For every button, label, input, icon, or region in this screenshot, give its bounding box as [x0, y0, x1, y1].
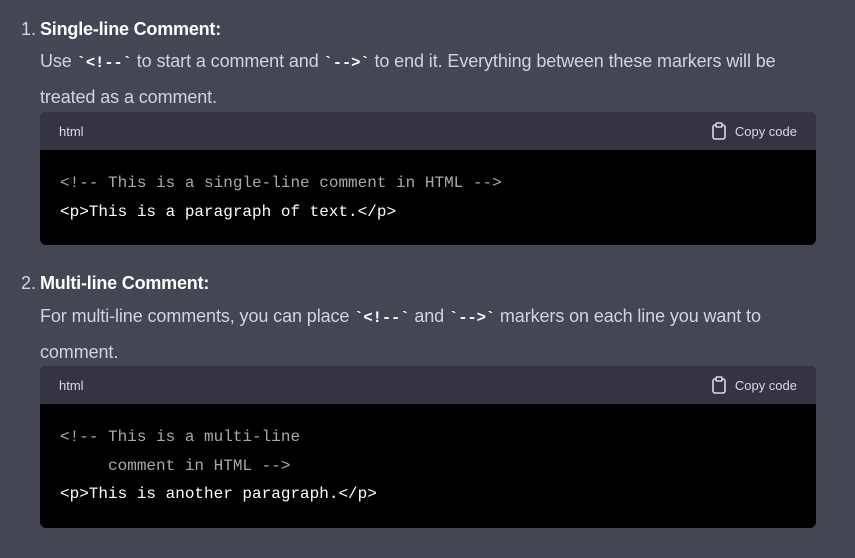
- clipboard-icon: [711, 376, 727, 394]
- list-number: 1.: [20, 19, 36, 39]
- code-line: <p>This is a paragraph of text.</p>: [60, 202, 397, 221]
- item-heading: Single-line Comment:: [40, 19, 222, 39]
- copy-code-label: Copy code: [734, 377, 797, 393]
- code-block: html Copy code <!-- This is a multi-line…: [40, 366, 816, 528]
- item-description: Use `<!--` to start a comment and `-->` …: [40, 51, 776, 107]
- inline-code-close: `-->`: [449, 309, 496, 327]
- inline-code-open: `<!--`: [354, 309, 410, 327]
- code-language-label: html: [59, 377, 84, 393]
- item-heading: Multi-line Comment:: [40, 273, 210, 293]
- inline-code-close: `-->`: [323, 54, 370, 72]
- code-body: <!-- This is a single-line comment in HT…: [40, 150, 816, 226]
- clipboard-icon: [711, 122, 727, 140]
- inline-code-open: `<!--`: [76, 54, 132, 72]
- code-line: comment in HTML -->: [60, 456, 291, 475]
- copy-code-button[interactable]: Copy code: [711, 122, 797, 140]
- code-line: <p>This is another paragraph.</p>: [60, 485, 377, 503]
- list-number: 2.: [20, 273, 36, 293]
- item-description: For multi-line comments, you can place `…: [40, 306, 761, 362]
- code-block-header: html Copy code: [40, 366, 816, 404]
- code-line: <!-- This is a multi-line: [60, 428, 301, 446]
- code-block-header: html Copy code: [40, 112, 816, 150]
- code-line: <!-- This is a single-line comment in HT…: [60, 174, 502, 192]
- copy-code-label: Copy code: [734, 123, 797, 139]
- code-block: html Copy code <!-- This is a single-lin…: [40, 112, 816, 245]
- code-body: <!-- This is a multi-line comment in HTM…: [40, 404, 816, 509]
- copy-code-button[interactable]: Copy code: [711, 376, 797, 394]
- code-language-label: html: [59, 123, 84, 139]
